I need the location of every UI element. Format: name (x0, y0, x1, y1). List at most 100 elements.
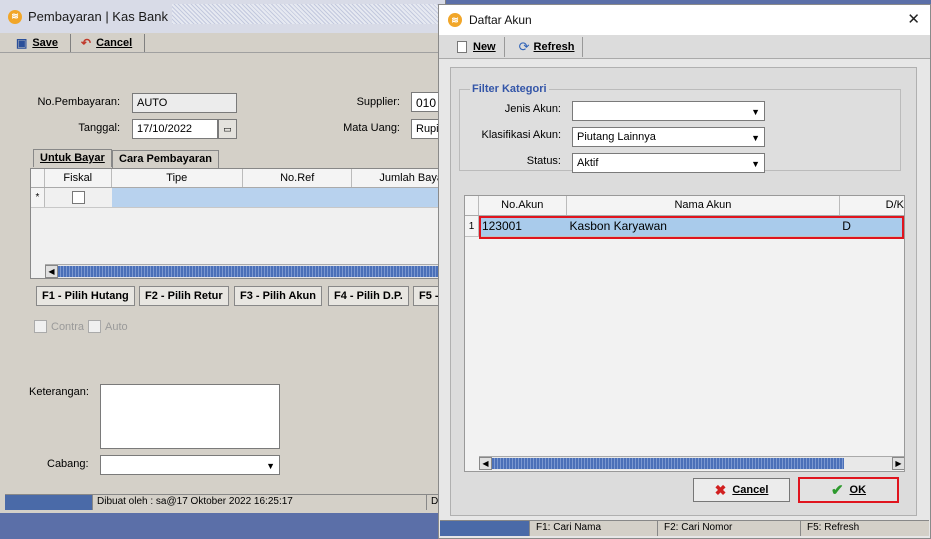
table-horizontal-scrollbar[interactable]: ◀ ▶ (479, 456, 904, 470)
tab-cara-pembayaran[interactable]: Cara Pembayaran (112, 150, 219, 168)
col-tipe[interactable]: Tipe (112, 169, 243, 187)
refresh-icon: ⟳ (518, 38, 530, 54)
titlebar-pattern (172, 4, 442, 24)
close-icon[interactable]: ✕ (907, 10, 920, 28)
new-button[interactable]: New (457, 36, 505, 57)
cabang-select[interactable]: ▼ (100, 455, 280, 475)
col-dk[interactable]: D/K (840, 196, 904, 215)
status-select[interactable]: Aktif ▼ (572, 153, 765, 173)
scroll-thumb[interactable] (58, 266, 444, 277)
no-pembayaran-field[interactable]: AUTO (132, 93, 237, 113)
selected-row-cells (112, 188, 445, 207)
chevron-down-icon: ▼ (266, 461, 275, 471)
main-titlebar: ≋ Pembayaran | Kas Bank (0, 0, 445, 33)
f2-hint: F2: Cari Nomor (658, 521, 801, 536)
filter-legend: Filter Kategori (470, 83, 549, 95)
cancel-label: Cancel (96, 36, 133, 49)
f1-hint: F1: Cari Nama (530, 521, 658, 536)
auto-label: Auto (105, 320, 128, 333)
grid-corner (465, 196, 479, 215)
klasifikasi-akun-select[interactable]: Piutang Lainnya ▼ (572, 127, 765, 147)
contra-label: Contra (51, 320, 85, 333)
no-pembayaran-label: No.Pembayaran: (37, 96, 120, 108)
dialog-title: Daftar Akun (469, 13, 532, 27)
selected-row-highlight (479, 216, 904, 239)
scroll-thumb[interactable] (492, 458, 844, 469)
status-value: Aktif (577, 157, 599, 169)
save-button[interactable]: ▣ Save (6, 33, 72, 52)
dialog-toolbar: New ⟳ Refresh (439, 35, 930, 59)
pilih-retur-button[interactable]: F2 - Pilih Retur (139, 286, 229, 306)
col-nama-akun[interactable]: Nama Akun (567, 196, 841, 215)
main-statusbar: Dibuat oleh : sa@17 Oktober 2022 16:25:1… (5, 494, 446, 510)
window-title: Pembayaran | Kas Bank (28, 9, 168, 24)
status-label: Status: (526, 155, 561, 167)
klasifikasi-akun-label: Klasifikasi Akun: (481, 129, 561, 141)
fiskal-checkbox[interactable] (72, 191, 85, 204)
tanggal-label: Tanggal: (78, 122, 120, 134)
dialog-content-panel: Filter Kategori Jenis Akun: ▼ Klasifikas… (450, 67, 917, 516)
col-no-akun[interactable]: No.Akun (479, 196, 567, 215)
ok-button[interactable]: ✔ OK (798, 477, 899, 503)
pilih-akun-button[interactable]: F3 - Pilih Akun (234, 286, 322, 306)
new-row-marker: * (31, 188, 45, 207)
main-window: ≋ Pembayaran | Kas Bank ▣ Save ↶ Cancel … (0, 0, 446, 513)
status-indicator (5, 495, 93, 510)
table-row[interactable]: * (31, 188, 445, 208)
ok-label: OK (849, 484, 867, 496)
col-jumlah-bayar[interactable]: Jumlah Baya (352, 169, 445, 187)
keterangan-label: Keterangan: (29, 386, 89, 398)
new-document-icon (457, 40, 467, 53)
app-logo-icon: ≋ (8, 9, 22, 24)
col-fiskal[interactable]: Fiskal (45, 169, 112, 187)
pilih-dp-button[interactable]: F4 - Pilih D.P. (328, 286, 409, 306)
grid-header: Fiskal Tipe No.Ref Jumlah Baya (31, 169, 445, 188)
jenis-akun-select[interactable]: ▼ (572, 101, 765, 121)
scroll-right-icon[interactable]: ▶ (892, 457, 904, 470)
auto-checkbox[interactable] (88, 320, 101, 333)
refresh-button[interactable]: ⟳ Refresh (505, 36, 583, 57)
contra-option[interactable]: Contra (34, 320, 84, 333)
scroll-left-icon[interactable]: ◀ (479, 457, 492, 470)
cancel-button[interactable]: ↶ Cancel (71, 33, 146, 52)
new-label: New (473, 40, 496, 53)
cancel-label: Cancel (732, 484, 769, 496)
pilih-hutang-button[interactable]: F1 - Pilih Hutang (36, 286, 135, 306)
save-label: Save (32, 36, 59, 49)
scroll-left-icon[interactable]: ◀ (45, 265, 58, 278)
cancel-x-icon: ✖ (714, 481, 727, 498)
dialog-status-indicator (440, 521, 530, 536)
f5-hint: F5: Refresh (807, 522, 860, 533)
dialog-titlebar: ≋ Daftar Akun ✕ (439, 5, 930, 35)
jenis-akun-label: Jenis Akun: (504, 103, 561, 115)
payment-grid: Fiskal Tipe No.Ref Jumlah Baya * ◀ (30, 168, 446, 279)
grid-horizontal-scrollbar[interactable]: ◀ (45, 264, 445, 278)
accounts-table: No.Akun Nama Akun D/K 1 123001 Kasbon Ka… (464, 195, 905, 472)
grid-corner (31, 169, 45, 187)
cabang-label: Cabang: (47, 458, 89, 470)
auto-option[interactable]: Auto (88, 320, 128, 333)
calendar-icon[interactable]: ▭ (218, 119, 237, 139)
accounts-table-header: No.Akun Nama Akun D/K (465, 196, 904, 216)
cancel-button[interactable]: ✖ Cancel (693, 478, 790, 502)
klasifikasi-akun-value: Piutang Lainnya (577, 131, 656, 143)
tab-untuk-bayar[interactable]: Untuk Bayar (33, 149, 112, 167)
supplier-label: Supplier: (356, 96, 400, 108)
created-by-text: Dibuat oleh : sa@17 Oktober 2022 16:25:1… (93, 495, 427, 510)
col-no-ref[interactable]: No.Ref (243, 169, 353, 187)
chevron-down-icon: ▼ (751, 133, 760, 143)
undo-arrow-icon: ↶ (81, 35, 92, 50)
checkmark-icon: ✔ (830, 482, 844, 499)
keterangan-textarea[interactable] (100, 384, 280, 449)
dialog-statusbar: F1: Cari Nama F2: Cari Nomor F5: Refresh (440, 520, 929, 536)
tanggal-field[interactable]: 17/10/2022 (132, 119, 218, 139)
mata-uang-label: Mata Uang: (343, 122, 400, 134)
daftar-akun-dialog: ≋ Daftar Akun ✕ New ⟳ Refresh Filter Kat… (438, 4, 931, 539)
floppy-disk-icon: ▣ (16, 35, 28, 50)
main-toolbar: ▣ Save ↶ Cancel (0, 33, 445, 53)
app-logo-icon: ≋ (448, 13, 462, 27)
contra-checkbox[interactable] (34, 320, 47, 333)
chevron-down-icon: ▼ (751, 107, 760, 117)
fiskal-cell (45, 188, 112, 207)
row-index: 1 (465, 216, 479, 236)
